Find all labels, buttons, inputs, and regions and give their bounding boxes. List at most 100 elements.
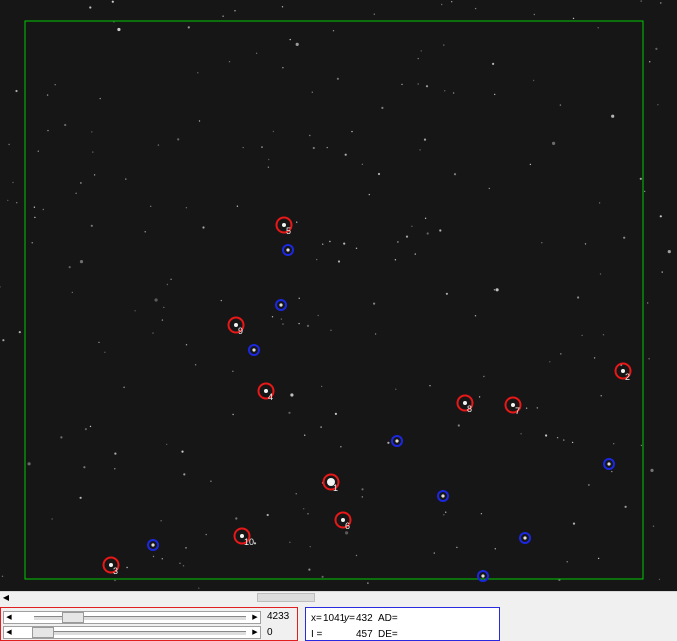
background-star <box>177 138 180 141</box>
background-star <box>644 190 646 193</box>
background-star <box>185 547 187 549</box>
star <box>279 303 283 307</box>
background-star <box>639 177 642 180</box>
background-star <box>345 531 349 535</box>
slider-knob[interactable] <box>62 612 84 623</box>
background-star <box>161 319 164 321</box>
background-star <box>334 412 337 415</box>
background-star <box>157 144 160 146</box>
max-level-slider[interactable]: ◀ ▶ <box>3 611 261 624</box>
background-star <box>373 13 375 15</box>
background-star <box>405 235 409 238</box>
background-star <box>84 428 87 431</box>
background-star <box>312 146 315 150</box>
scroll-thumb[interactable] <box>257 593 315 602</box>
background-star <box>104 351 106 353</box>
background-star <box>361 496 363 498</box>
scroll-left-icon[interactable]: ◀ <box>0 592 12 603</box>
background-star <box>185 207 188 209</box>
background-star <box>114 452 117 455</box>
background-star <box>377 172 381 176</box>
background-star <box>18 331 21 334</box>
background-star <box>80 182 82 184</box>
image-viewer[interactable]: 1 2 3 4 5 6 7 8 9 10 <box>0 0 677 591</box>
background-star <box>566 561 568 563</box>
slider-right-icon[interactable]: ▶ <box>250 612 260 623</box>
background-star <box>556 437 559 439</box>
min-level-slider[interactable]: ◀ ▶ <box>3 626 261 639</box>
background-star <box>351 130 353 133</box>
background-star <box>2 339 5 342</box>
background-star <box>308 568 311 571</box>
star <box>395 439 399 443</box>
background-star <box>529 163 532 166</box>
background-star <box>394 259 397 261</box>
slider-left-icon[interactable]: ◀ <box>4 612 14 623</box>
background-star <box>309 546 311 548</box>
background-star <box>187 26 190 29</box>
background-star <box>474 7 477 10</box>
star-field-image[interactable]: 1 2 3 4 5 6 7 8 9 10 <box>0 0 677 591</box>
background-star <box>426 232 429 235</box>
background-star <box>75 192 77 194</box>
background-star <box>298 322 300 325</box>
background-star <box>210 480 212 482</box>
background-star <box>640 444 643 447</box>
background-star <box>311 91 313 93</box>
slider-left-icon[interactable]: ◀ <box>4 627 14 638</box>
background-star <box>355 247 358 249</box>
background-star <box>322 243 324 245</box>
background-star <box>267 166 270 168</box>
background-star <box>272 130 274 133</box>
background-star <box>650 468 654 472</box>
background-star <box>166 283 169 286</box>
background-star <box>307 513 309 515</box>
background-star <box>571 441 574 444</box>
background-star <box>134 310 136 312</box>
slider-right-icon[interactable]: ▶ <box>250 627 260 638</box>
star-label: 5 <box>286 226 291 236</box>
background-star <box>16 202 18 204</box>
star-label: 2 <box>625 372 630 382</box>
background-star <box>12 181 14 184</box>
background-star <box>559 104 562 106</box>
background-star <box>282 67 284 69</box>
background-star <box>194 364 197 366</box>
background-star <box>182 565 185 567</box>
background-star <box>541 242 543 244</box>
background-star <box>242 146 244 149</box>
background-star <box>488 187 490 190</box>
background-star <box>90 224 93 227</box>
background-star <box>144 231 146 233</box>
background-star <box>659 215 662 218</box>
slider-knob[interactable] <box>32 627 54 638</box>
background-star <box>117 27 121 32</box>
background-star <box>329 240 331 243</box>
background-star <box>332 30 335 32</box>
min-level-value: 0 <box>267 627 273 638</box>
background-star <box>330 329 332 331</box>
background-star <box>588 484 590 486</box>
background-star <box>414 253 416 255</box>
background-star <box>232 413 234 416</box>
star-label: 8 <box>467 404 472 414</box>
background-star <box>441 3 443 6</box>
background-star <box>367 582 369 584</box>
level-controls: ◀ ▶ 4233 ◀ ▶ 0 <box>0 607 298 641</box>
background-star <box>160 520 162 522</box>
background-star <box>51 518 53 520</box>
background-star <box>492 62 495 65</box>
background-star <box>397 241 399 243</box>
background-star <box>228 61 231 63</box>
star-label: 10 <box>244 537 254 547</box>
background-star <box>494 548 496 550</box>
background-star <box>71 291 74 294</box>
slider-track[interactable] <box>34 631 246 635</box>
background-star <box>600 395 602 397</box>
horizontal-scrollbar[interactable]: ◀ <box>0 591 677 603</box>
background-star <box>419 149 421 151</box>
background-star <box>417 57 419 60</box>
background-star <box>598 202 601 204</box>
star-label: 3 <box>113 566 118 576</box>
background-star <box>79 496 82 499</box>
